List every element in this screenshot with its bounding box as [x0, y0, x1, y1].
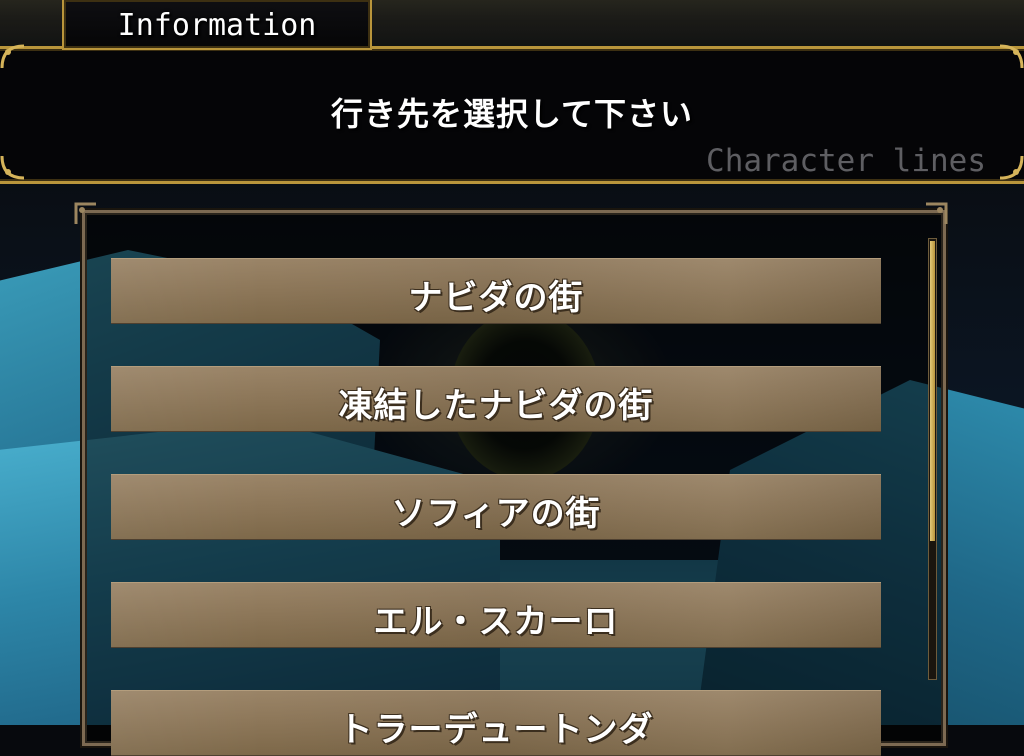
destination-label: エル・スカーロ: [373, 602, 619, 642]
scroll-thumb[interactable]: [930, 241, 935, 541]
corner-ornament-icon: [72, 200, 98, 226]
information-panel: 行き先を選択して下さい Character lines: [0, 46, 1024, 184]
corner-ornament-icon: [998, 44, 1024, 70]
destination-button[interactable]: ソフィアの街: [111, 474, 881, 540]
information-tab-title: Information: [117, 8, 317, 43]
destination-label: ナビダの街: [408, 278, 584, 318]
info-message: 行き先を選択して下さい: [330, 95, 694, 133]
destination-button[interactable]: エル・スカーロ: [111, 582, 881, 648]
destination-label: トラーデュートンダ: [338, 710, 654, 750]
list-scrollbar[interactable]: [928, 238, 937, 680]
destination-button[interactable]: トラーデュートンダ: [111, 690, 881, 756]
corner-ornament-icon: [0, 154, 26, 180]
character-lines-watermark: Character lines: [706, 143, 986, 179]
destination-label: ソフィアの街: [391, 494, 601, 534]
corner-ornament-icon: [924, 200, 950, 226]
corner-ornament-icon: [0, 44, 26, 70]
information-tab: Information: [62, 0, 372, 50]
destination-label: 凍結したナビダの街: [338, 386, 654, 426]
destination-button[interactable]: 凍結したナビダの街: [111, 366, 881, 432]
destination-button[interactable]: ナビダの街: [111, 258, 881, 324]
corner-ornament-icon: [998, 154, 1024, 180]
